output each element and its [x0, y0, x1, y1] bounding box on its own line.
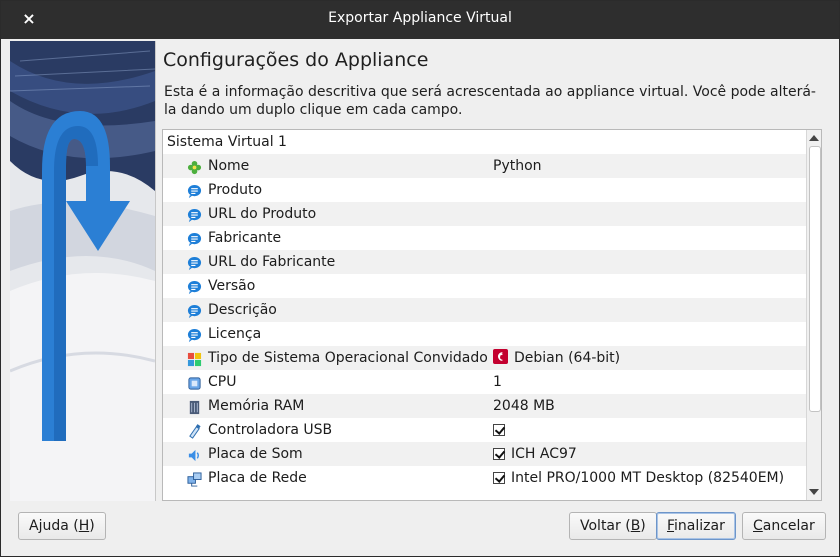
tree-row[interactable]: Placa de Som ICH AC97 [163, 442, 807, 466]
tree-row[interactable]: Fabricante [163, 226, 807, 250]
tree-row-label: Licença [208, 326, 262, 342]
tree-row-label: Versão [208, 278, 256, 294]
checkbox-checked[interactable] [493, 448, 505, 460]
tree-root-label: Sistema Virtual 1 [167, 134, 287, 150]
wizard-banner-image [10, 41, 156, 501]
scrollbar-thumb[interactable] [809, 146, 821, 412]
comment-icon [187, 279, 202, 295]
tree-rows: Sistema Virtual 1 Nome Python Produto URL d… [163, 130, 807, 490]
back-button[interactable]: Voltar (B) [569, 512, 657, 540]
tree-root-item[interactable]: Sistema Virtual 1 [163, 130, 807, 154]
page-title: Configurações do Appliance [163, 49, 429, 71]
tree-row[interactable]: Placa de Rede Intel PRO/1000 MT Desktop (… [163, 466, 807, 490]
network-icon [187, 471, 202, 487]
tree-row[interactable]: Tipo de Sistema Operacional Convidado Deb… [163, 346, 807, 370]
tree-row-label: CPU [208, 374, 237, 390]
tree-row-label: Fabricante [208, 230, 282, 246]
comment-icon [187, 231, 202, 247]
tree-row-value[interactable]: 1 [493, 370, 502, 394]
name-icon [187, 159, 202, 175]
tree-row[interactable]: Controladora USB [163, 418, 807, 442]
tree-row-label: Memória RAM [208, 398, 305, 414]
appliance-settings-tree[interactable]: Sistema Virtual 1 Nome Python Produto URL d… [162, 129, 822, 501]
tree-row[interactable]: URL do Fabricante [163, 250, 807, 274]
tree-row[interactable]: Memória RAM 2048 MB [163, 394, 807, 418]
tree-row-value[interactable]: Python [493, 154, 542, 178]
tree-row-label: Produto [208, 182, 263, 198]
tree-row-label: Tipo de Sistema Operacional Convidado [208, 350, 488, 366]
tree-row[interactable]: Versão [163, 274, 807, 298]
tree-row-value-text: Debian (64-bit) [514, 350, 621, 366]
title-bar: × Exportar Appliance Virtual [1, 1, 839, 39]
tree-row-value-text: 2048 MB [493, 398, 555, 414]
tree-row-value[interactable]: 2048 MB [493, 394, 555, 418]
comment-icon [187, 183, 202, 199]
tree-row-label: Descrição [208, 302, 277, 318]
page-description: Esta é a informação descritiva que será … [164, 84, 816, 118]
tree-row[interactable]: Descrição [163, 298, 807, 322]
cpu-icon [187, 375, 202, 390]
tree-row-value[interactable] [493, 418, 511, 442]
usb-icon [187, 423, 202, 439]
tree-row[interactable]: Produto [163, 178, 807, 202]
tree-row[interactable]: Licença [163, 322, 807, 346]
tree-row[interactable]: CPU 1 [163, 370, 807, 394]
cancel-button[interactable]: Cancelar [742, 512, 826, 540]
tree-row-label: URL do Fabricante [208, 254, 336, 270]
tree-row-value-text: ICH AC97 [511, 446, 577, 462]
help-button[interactable]: Ajuda (H) [18, 512, 106, 540]
tree-row-value-text: Intel PRO/1000 MT Desktop (82540EM) [511, 470, 785, 486]
comment-icon [187, 303, 202, 319]
vertical-scrollbar[interactable] [806, 130, 821, 500]
export-appliance-dialog: × Exportar Appliance Virtual Configuraçõ… [0, 0, 840, 557]
window-title: Exportar Appliance Virtual [328, 10, 512, 26]
checkbox-checked[interactable] [493, 472, 505, 484]
tree-row[interactable]: Nome Python [163, 154, 807, 178]
debian-icon [493, 348, 508, 364]
tree-row-label: Placa de Rede [208, 470, 307, 486]
export-arrow-illustration [10, 41, 155, 501]
tree-row-label: Controladora USB [208, 422, 333, 438]
ram-icon [187, 399, 202, 415]
tree-row[interactable]: URL do Produto [163, 202, 807, 226]
comment-icon [187, 327, 202, 343]
checkbox-checked[interactable] [493, 424, 505, 436]
comment-icon [187, 255, 202, 271]
sound-icon [187, 447, 202, 462]
tree-row-value-text: Python [493, 158, 542, 174]
os-type-icon [187, 351, 202, 367]
tree-row-value[interactable]: ICH AC97 [493, 442, 577, 466]
scroll-down-arrow-icon[interactable] [809, 489, 819, 495]
tree-row-label: Nome [208, 158, 250, 174]
finish-button[interactable]: Finalizar [656, 512, 736, 540]
scroll-up-arrow-icon[interactable] [809, 135, 819, 141]
tree-row-value[interactable]: Intel PRO/1000 MT Desktop (82540EM) [493, 466, 784, 490]
tree-row-label: Placa de Som [208, 446, 303, 462]
comment-icon [187, 207, 202, 223]
tree-row-value-text: 1 [493, 374, 502, 390]
tree-row-value[interactable]: Debian (64-bit) [493, 346, 620, 370]
tree-row-label: URL do Produto [208, 206, 317, 222]
